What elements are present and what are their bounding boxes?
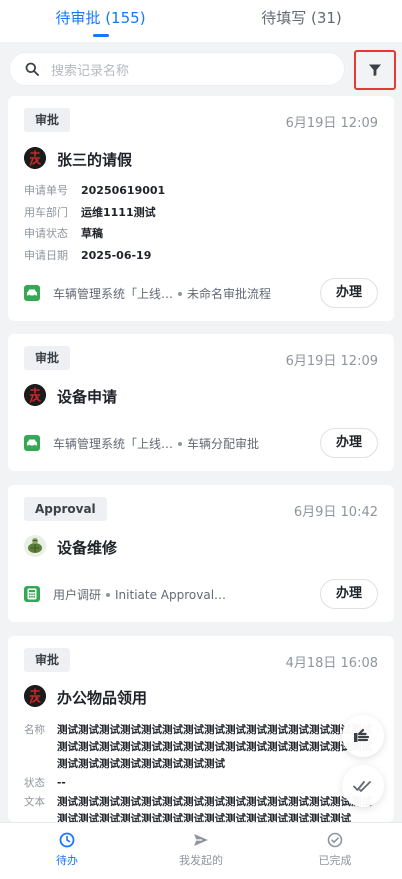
field-value: --	[57, 777, 66, 789]
nav-initiated[interactable]: 我发起的	[134, 823, 268, 879]
field-label: 文本	[24, 796, 45, 808]
card-source: 车辆管理系统「上线… 车辆分配审批	[53, 435, 259, 452]
field-value: 运维1111测试	[81, 205, 156, 219]
field-value: 测试测试测试测试测试测试测试测试测试测试测试测试测试测试测试测试测试测试测试测试…	[57, 724, 372, 770]
field-row: 文本 测试测试测试测试测试测试测试测试测试测试测试测试测试测试测试测试测试测试测试…	[24, 794, 374, 822]
top-tabs: 待审批 (155) 待填写 (31)	[0, 0, 402, 42]
nav-completed-label: 已完成	[318, 854, 352, 867]
double-check-icon	[353, 781, 371, 792]
card-time: 6月19日 12:09	[285, 116, 378, 131]
approval-card[interactable]: Approval 6月9日 10:42 设备维修 用户调研 Initiate Ap…	[8, 485, 394, 622]
type-badge: 审批	[24, 108, 71, 132]
search-placeholder: 搜索记录名称	[51, 63, 130, 79]
type-badge: Approval	[24, 497, 107, 521]
field-label: 申请状态	[24, 227, 68, 240]
approval-card[interactable]: 审批 6月19日 12:09 设备申请 车辆管理系统「上线… 车辆分配审批 办理	[8, 334, 394, 471]
card-source: 用户调研 Initiate Approval…	[53, 586, 226, 603]
nav-completed[interactable]: 已完成	[268, 823, 402, 879]
type-badge: 审批	[24, 648, 71, 672]
field-row: 申请日期 2025-06-19	[24, 245, 165, 267]
calculator-icon	[24, 586, 40, 602]
batch-handle-button[interactable]	[342, 715, 384, 757]
source-app: 车辆管理系统「上线…	[53, 436, 174, 451]
handle-button[interactable]: 办理	[320, 579, 378, 609]
card-time: 4月18日 16:08	[285, 656, 378, 671]
search-input[interactable]: 搜索记录名称	[9, 52, 345, 86]
source-app: 车辆管理系统「上线…	[53, 286, 174, 301]
field-label: 申请单号	[24, 184, 68, 197]
field-label: 用车部门	[24, 205, 68, 219]
filter-button[interactable]	[354, 50, 396, 90]
field-row: 申请状态 草稿	[24, 223, 165, 245]
avatar	[24, 685, 46, 707]
nav-initiated-label: 我发起的	[179, 854, 223, 867]
tab-to-fill-label: 待填写 (31)	[261, 9, 342, 27]
turtle-avatar	[24, 535, 46, 557]
card-footer: 车辆管理系统「上线… 车辆分配审批 办理	[24, 428, 378, 458]
field-label: 名称	[24, 724, 45, 736]
approval-card[interactable]: 审批 6月19日 12:09 张三的请假 申请单号 20250619001 用车部…	[8, 96, 394, 321]
avatar	[24, 384, 46, 406]
field-value: 草稿	[81, 227, 103, 240]
bottom-nav: 待办 我发起的 已完成	[0, 822, 402, 879]
avatar	[24, 147, 46, 169]
nav-todo[interactable]: 待办	[0, 823, 134, 879]
flow-name: 车辆分配审批	[187, 436, 260, 451]
card-fields: 名称 测试测试测试测试测试测试测试测试测试测试测试测试测试测试测试测试测试测试测试…	[24, 722, 374, 822]
filter-icon	[369, 64, 381, 76]
clock-icon	[59, 832, 75, 848]
nav-todo-label: 待办	[56, 854, 78, 867]
car-icon	[24, 435, 40, 451]
car-icon	[24, 285, 40, 301]
field-row: 用车部门 运维1111测试	[24, 202, 165, 224]
field-row: 申请单号 20250619001	[24, 180, 165, 202]
card-title: 设备申请	[57, 388, 118, 406]
approval-card[interactable]: 审批 4月18日 16:08 办公物品领用 名称 测试测试测试测试测试测试测试测试…	[8, 636, 394, 822]
card-title: 张三的请假	[57, 151, 133, 169]
card-source: 车辆管理系统「上线… 未命名审批流程	[53, 285, 271, 302]
field-label: 申请日期	[24, 248, 68, 262]
tab-to-fill[interactable]: 待填写 (31)	[201, 0, 402, 42]
field-value: 20250619001	[81, 184, 166, 197]
search-icon	[25, 62, 39, 76]
hand-icon	[354, 728, 370, 742]
flow-name: 未命名审批流程	[187, 286, 272, 301]
send-icon	[194, 834, 208, 846]
card-title: 办公物品领用	[57, 689, 148, 707]
card-fields: 申请单号 20250619001 用车部门 运维1111测试 申请状态 草稿 申请日期…	[24, 180, 165, 266]
field-label: 状态	[24, 777, 45, 789]
mark-all-done-button[interactable]	[342, 765, 384, 807]
card-time: 6月9日 10:42	[293, 505, 378, 520]
tab-pending-approval[interactable]: 待审批 (155)	[0, 0, 201, 42]
source-app: 用户调研	[53, 587, 102, 602]
card-footer: 用户调研 Initiate Approval… 办理	[24, 579, 378, 609]
active-tab-indicator	[92, 34, 109, 37]
flow-name: Initiate Approval…	[115, 587, 227, 602]
field-value: 2025-06-19	[81, 248, 152, 262]
search-row: 搜索记录名称	[0, 42, 402, 92]
type-badge: 审批	[24, 346, 71, 370]
handle-button[interactable]: 办理	[320, 278, 378, 308]
handle-button[interactable]: 办理	[320, 428, 378, 458]
card-time: 6月19日 12:09	[285, 354, 378, 369]
card-title: 设备维修	[57, 539, 118, 557]
field-value: 测试测试测试测试测试测试测试测试测试测试测试测试测试测试测试测试测试测试测试测试…	[57, 796, 372, 822]
field-row: 状态 --	[24, 775, 374, 792]
card-footer: 车辆管理系统「上线… 未命名审批流程 办理	[24, 278, 378, 308]
tab-pending-approval-label: 待审批 (155)	[55, 9, 146, 27]
field-row: 名称 测试测试测试测试测试测试测试测试测试测试测试测试测试测试测试测试测试测试测试…	[24, 722, 374, 773]
check-circle-icon	[327, 832, 343, 848]
